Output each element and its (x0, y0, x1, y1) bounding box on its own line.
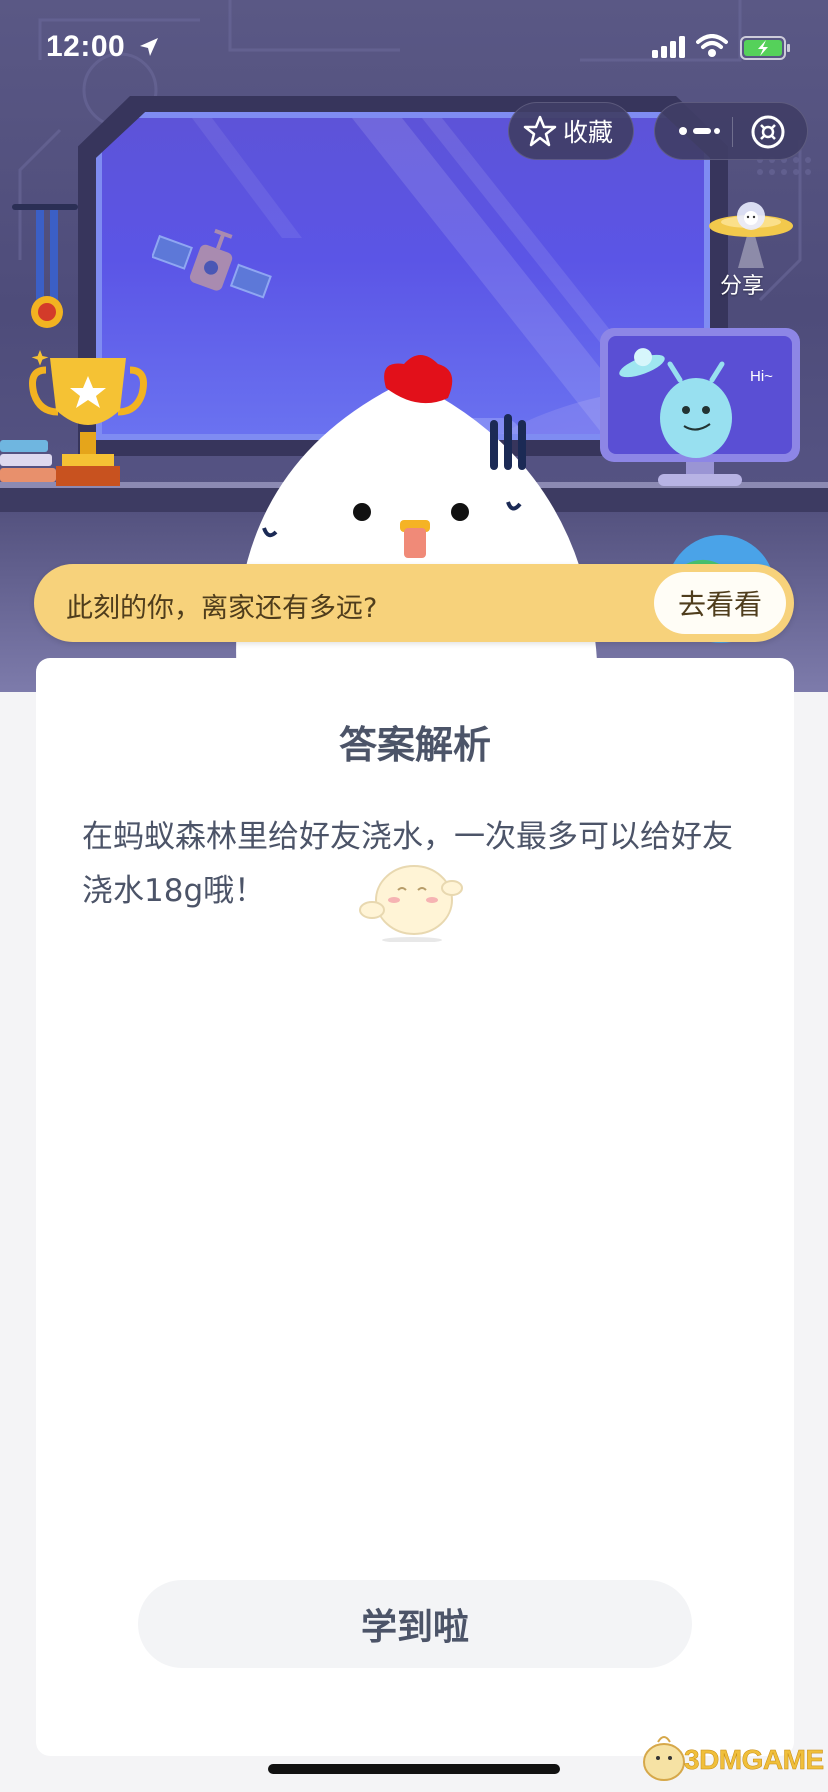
signal-icon (652, 36, 685, 58)
mini-program-capsule (654, 102, 808, 160)
hero-scene: 12:00 收藏 分享 Hi~ 此刻的你，离家还有多远? 去看看 (0, 0, 828, 692)
books-illustration (0, 440, 56, 482)
share-button[interactable]: 分享 (706, 198, 796, 308)
monitor-illustration (600, 328, 800, 486)
location-arrow-icon (140, 38, 158, 56)
answer-card: 答案解析 在蚂蚁森林里给好友浇水，一次最多可以给好友浇水18g哦！ 学到啦 (36, 658, 794, 1756)
learned-button[interactable]: 学到啦 (138, 1580, 692, 1668)
watermark-logo-icon (643, 1736, 685, 1781)
medal-icon (12, 204, 78, 328)
battery-icon (740, 36, 790, 60)
card-title: 答案解析 (338, 723, 491, 767)
satellite-icon (152, 228, 272, 299)
sticker-creature (359, 865, 463, 942)
capsule-divider (732, 117, 733, 147)
banner-text: 此刻的你，离家还有多远? (66, 593, 378, 624)
star-icon (523, 115, 557, 147)
favorite-button[interactable]: 收藏 (508, 102, 634, 160)
watermark-text: 3DMGAME (684, 1744, 825, 1776)
home-indicator (268, 1764, 560, 1774)
wifi-icon (696, 34, 728, 57)
favorite-label: 收藏 (563, 118, 614, 147)
status-time: 12:00 (46, 30, 126, 63)
watermark: 3DMGAME (640, 1730, 828, 1790)
promo-banner[interactable]: 此刻的你，离家还有多远? 去看看 (34, 564, 794, 642)
monitor-greeting: Hi~ (750, 368, 773, 385)
more-icon[interactable] (677, 121, 721, 141)
share-label: 分享 (720, 274, 765, 299)
go-see-button[interactable]: 去看看 (654, 572, 786, 634)
close-icon[interactable] (749, 113, 787, 151)
ufo-share-icon (709, 202, 793, 268)
